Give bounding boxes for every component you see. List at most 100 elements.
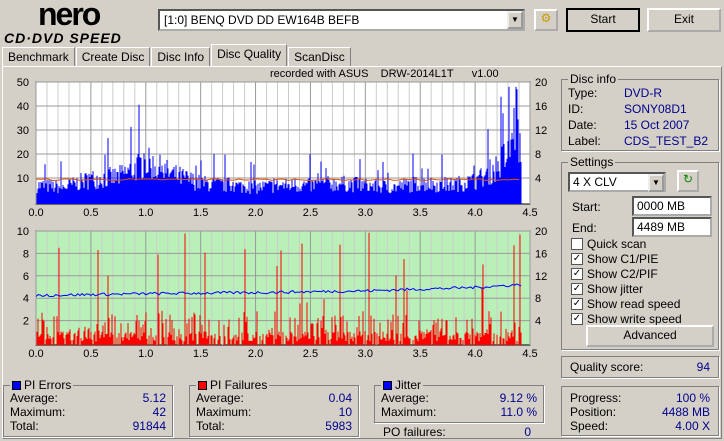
x-tick-label: 0.0 [28,348,43,360]
end-label: End: [572,221,597,235]
pi-errors-legend-icon [12,380,21,390]
checkbox-row[interactable]: ✓ Show write speed [571,311,682,326]
speed-value: 4 X CLV [573,175,617,189]
y-tick-label: 4 [23,293,29,305]
checkbox[interactable] [571,237,583,250]
checkbox-label: Show C1/PIE [587,251,659,266]
quality-score-label: Quality score: [570,360,644,374]
x-tick-label: 1.5 [193,348,208,360]
tab-disc-info[interactable]: Disc Info [151,47,211,66]
drive-select[interactable]: [1:0] BENQ DVD DD EW164B BEFB ▼ [158,9,525,31]
pi-failures-title: PI Failures [210,378,268,392]
tab-benchmark[interactable]: Benchmark [2,47,75,66]
jitter-max: 11.0 % [500,405,537,419]
checkbox[interactable]: ✓ [571,312,583,325]
end-input[interactable]: 4489 MB [632,217,712,237]
pif-max: 10 [338,405,352,419]
nero-logo: nero [38,0,101,32]
x-tick-label: 0.0 [28,207,43,219]
y2-tick-label: 12 [535,271,547,283]
pi-errors-group: PI Errors Average: 5.12 Maximum: 42 Total:… [3,378,173,437]
checkbox-label: Quick scan [587,236,647,251]
pie-max: 42 [152,405,166,419]
start-label: Start: [572,200,601,214]
checkbox[interactable]: ✓ [571,297,583,310]
y-tick-label: 10 [17,226,29,238]
checkbox-row[interactable]: Quick scan [571,236,682,251]
pie-avg-label: Average: [10,391,58,405]
progress-value: 100 % [675,391,710,405]
tab-create-disc[interactable]: Create Disc [75,47,151,66]
x-tick-label: 3.0 [358,207,373,219]
jitter-max-label: Maximum: [381,405,437,419]
checkbox-label: Show C2/PIF [587,266,658,281]
advanced-button[interactable]: Advanced [586,325,714,347]
tab-scandisc[interactable]: ScanDisc [288,47,351,66]
x-tick-label: 1.0 [138,348,153,360]
pif-avg: 0.04 [328,391,352,405]
checkbox-row[interactable]: ✓ Show read speed [571,296,682,311]
x-tick-label: 2.0 [248,348,263,360]
x-tick-label: 2.5 [303,348,318,360]
disc-id: SONY08D1 [624,102,687,116]
pie-avg: 5.12 [142,391,166,405]
position-label: Position: [570,405,617,419]
disc-label: CDS_TEST_B2 [624,134,709,148]
quality-score-box: Quality score: 94 [561,356,719,378]
pie-total-label: Total: [10,419,39,433]
x-tick-label: 3.0 [358,348,373,360]
y-tick-label: 6 [23,271,29,283]
x-tick-label: 2.0 [248,207,263,219]
checkbox[interactable]: ✓ [571,252,583,265]
chevron-down-icon[interactable]: ▼ [507,11,523,29]
progress-label: Progress: [570,391,622,405]
checkbox-row[interactable]: ✓ Show C2/PIF [571,266,682,281]
y-tick-label: 20 [17,149,29,161]
start-input[interactable]: 0000 MB [632,196,712,216]
refresh-drive-icon[interactable]: ⚙ [534,9,558,31]
exit-button[interactable]: Exit [647,8,721,32]
refresh-speed-icon[interactable]: ↻ [677,170,699,192]
start-button[interactable]: Start [566,8,640,32]
x-tick-label: 3.5 [413,207,428,219]
type-label: Type: [568,86,598,100]
checkbox-label: Show jitter [587,281,644,296]
pi-errors-title: PI Errors [24,378,72,392]
x-tick-label: 4.5 [522,348,537,360]
checkbox-row[interactable]: ✓ Show C1/PIE [571,251,682,266]
y2-tick-label: 20 [535,226,547,238]
date-label: Date: [568,118,597,132]
y-tick-label: 30 [17,125,29,137]
x-tick-label: 1.5 [193,207,208,219]
disc-type: DVD-R [624,86,662,100]
pif-total-label: Total: [196,419,225,433]
settings-checks: Quick scan ✓ Show C1/PIE ✓ Show C2/PIF ✓ Show … [571,236,682,326]
position-value: 4488 MB [661,405,710,419]
y-tick-label: 2 [23,316,29,328]
y-tick-label: 50 [17,77,29,89]
checkbox[interactable]: ✓ [571,282,583,295]
label-label: Label: [568,134,601,148]
pi-failures-legend-icon [198,380,207,390]
x-tick-label: 4.0 [467,207,482,219]
quality-score-value: 94 [696,360,710,374]
tab-bar: Benchmark Create Disc Disc Info Disc Qua… [2,44,352,66]
jitter-title: Jitter [395,378,422,392]
pif-avg-label: Average: [196,391,244,405]
speed-label: Speed: [570,419,609,433]
tab-disc-quality[interactable]: Disc Quality [211,44,288,66]
checkbox-row[interactable]: ✓ Show jitter [571,281,682,296]
y-tick-label: 40 [17,101,29,113]
checkbox[interactable]: ✓ [571,267,583,280]
settings-group: Settings 4 X CLV ▼ ↻ Start: 0000 MB End: … [561,155,719,350]
speed-value: 4.00 X [675,419,710,433]
y-tick-label: 8 [23,248,29,260]
disc-info-group: Disc info Type: DVD-R ID: SONY08D1 Date: 15… [561,72,719,151]
pif-total: 5983 [325,419,352,433]
speed-select[interactable]: 4 X CLV ▼ [568,172,666,192]
y2-tick-label: 8 [535,149,541,161]
po-failures-value: 0 [524,425,531,439]
y2-tick-label: 16 [535,248,547,260]
chevron-down-icon[interactable]: ▼ [648,174,664,192]
y2-tick-label: 8 [535,293,541,305]
